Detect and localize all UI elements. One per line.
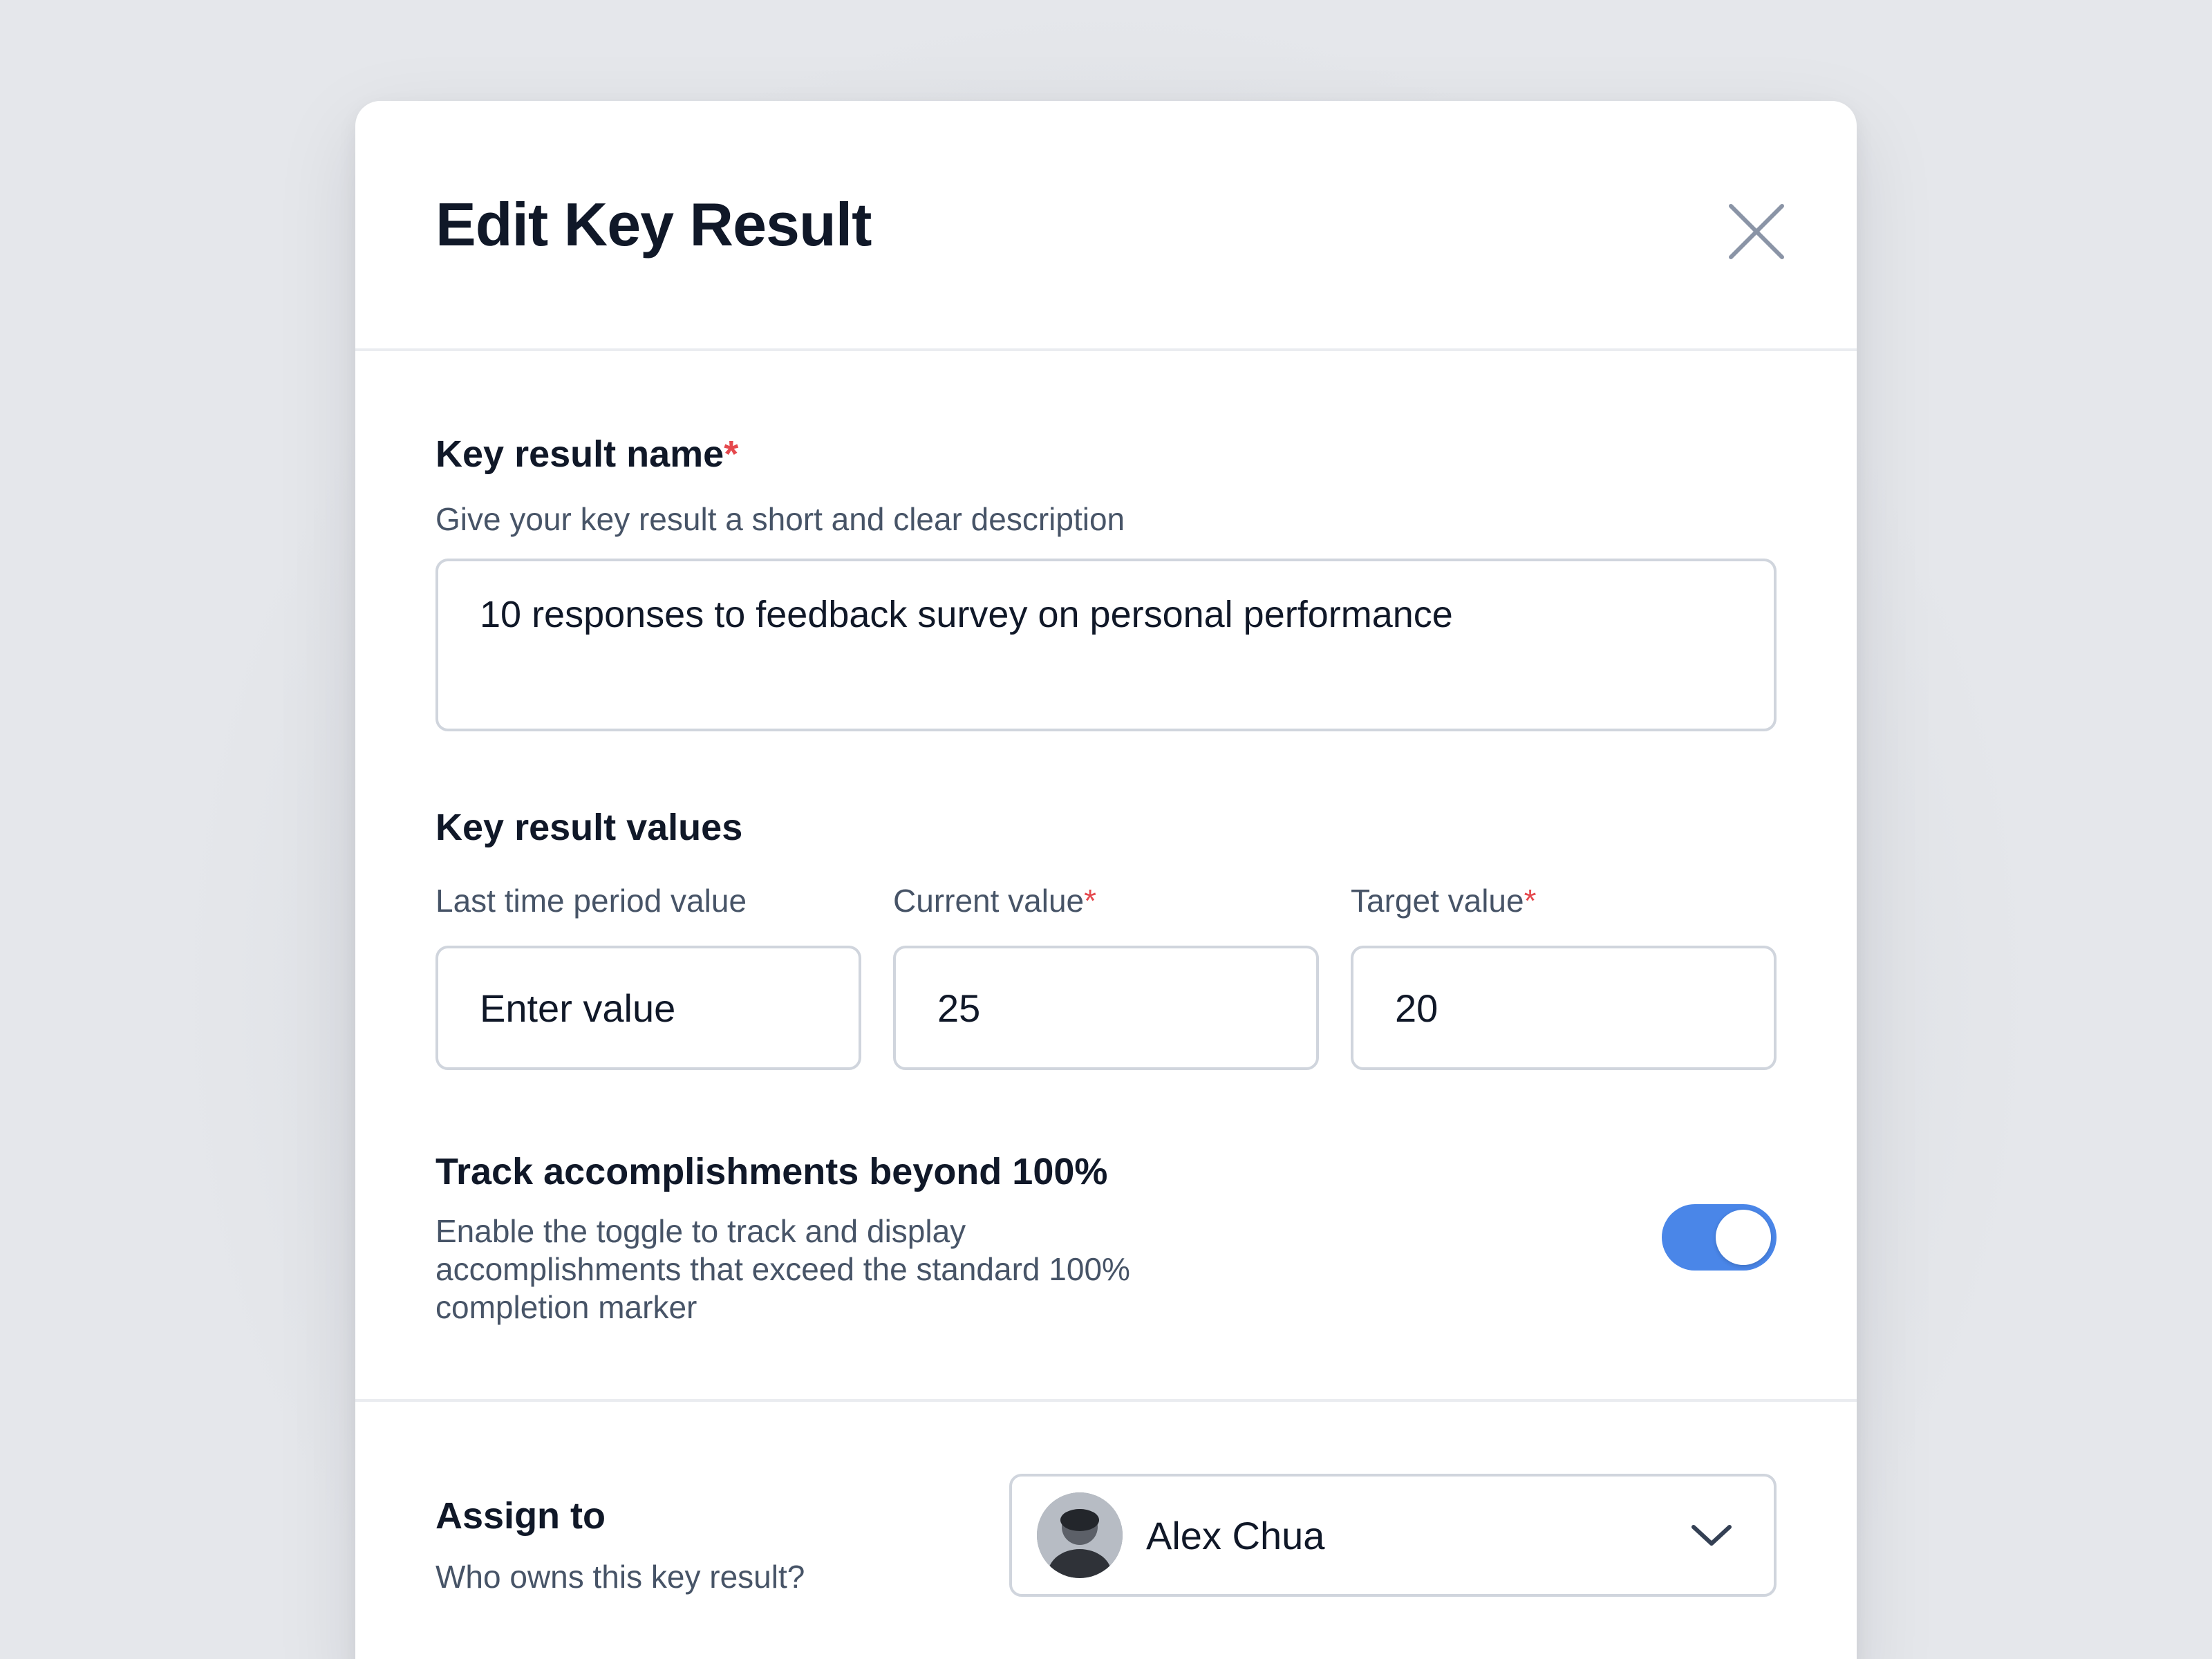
- current-value-input[interactable]: 25: [893, 946, 1319, 1070]
- key-result-name-input[interactable]: 10 responses to feedback survey on perso…: [435, 559, 1777, 731]
- key-result-name-label: Key result name: [435, 433, 724, 475]
- target-value-label-text: Target value: [1351, 883, 1524, 919]
- last-period-value-placeholder: Enter value: [480, 986, 676, 1030]
- modal-header: Edit Key Result: [355, 101, 1857, 351]
- edit-key-result-modal: Edit Key Result Key result name* Give yo…: [355, 101, 1857, 1659]
- last-period-value-input[interactable]: Enter value: [435, 946, 861, 1070]
- modal-title: Edit Key Result: [435, 190, 872, 259]
- toggle-knob: [1716, 1210, 1771, 1265]
- current-value-label-text: Current value: [893, 883, 1085, 919]
- required-mark: *: [724, 433, 739, 475]
- avatar: [1037, 1492, 1123, 1578]
- track-description-line: Enable the toggle to track and display: [435, 1213, 966, 1249]
- last-period-value-label: Last time period value: [435, 882, 747, 919]
- track-accomplishments-label: Track accomplishments beyond 100%: [435, 1151, 1108, 1192]
- close-button[interactable]: [1720, 195, 1793, 268]
- track-accomplishments-toggle[interactable]: [1662, 1204, 1777, 1271]
- current-value-label: Current value*: [893, 882, 1096, 919]
- assignee-select[interactable]: Alex Chua: [1009, 1474, 1777, 1597]
- track-description-line: accomplishments that exceed the standard…: [435, 1251, 1130, 1287]
- target-value-input[interactable]: 20: [1351, 946, 1777, 1070]
- track-accomplishments-description: Enable the toggle to track and display a…: [435, 1212, 1265, 1327]
- chevron-down-icon: [1691, 1525, 1732, 1546]
- current-value-text: 25: [937, 986, 981, 1030]
- close-icon: [1729, 204, 1784, 259]
- key-result-name-label-row: Key result name*: [435, 433, 1777, 476]
- section-divider: [355, 1399, 1857, 1402]
- track-description-line: completion marker: [435, 1289, 697, 1325]
- required-mark: *: [1524, 883, 1537, 919]
- avatar-image: [1037, 1492, 1123, 1578]
- target-value-label: Target value*: [1351, 882, 1537, 919]
- last-period-value-label-text: Last time period value: [435, 883, 747, 919]
- assignee-name: Alex Chua: [1146, 1513, 1325, 1557]
- target-value-text: 20: [1395, 986, 1438, 1030]
- required-mark: *: [1084, 883, 1097, 919]
- key-result-values-label: Key result values: [435, 807, 743, 848]
- key-result-name-description: Give your key result a short and clear d…: [435, 501, 1125, 537]
